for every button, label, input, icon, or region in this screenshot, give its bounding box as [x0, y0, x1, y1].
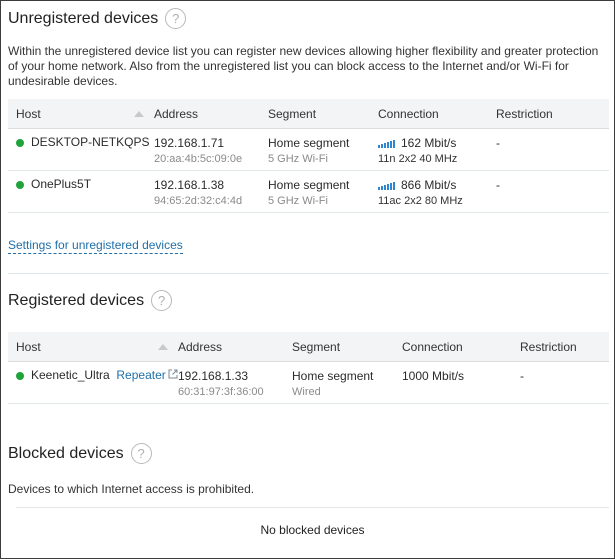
- blocked-title-text: Blocked devices: [8, 444, 124, 462]
- registered-table-header: Host Address Segment Connection Restrict…: [8, 332, 609, 362]
- repeater-link[interactable]: Repeater: [116, 368, 165, 382]
- restriction-cell[interactable]: -: [520, 369, 524, 383]
- host-name[interactable]: Keenetic_Ultra Repeater: [31, 368, 178, 382]
- address-cell: 192.168.1.71 20:aa:4b:5c:09:0e: [154, 136, 242, 165]
- registered-title: Registered devices ?: [8, 290, 173, 311]
- col-host[interactable]: Host: [16, 107, 41, 121]
- restriction-cell[interactable]: -: [496, 136, 500, 150]
- unregistered-description: Within the unregistered device list you …: [8, 44, 599, 88]
- blocked-title: Blocked devices ?: [8, 443, 152, 464]
- unregistered-title: Unregistered devices ?: [8, 8, 187, 29]
- link-speed: 162 Mbit/s: [401, 136, 457, 150]
- wifi-signal-bars-icon: [378, 180, 395, 190]
- col-connection[interactable]: Connection: [378, 107, 439, 121]
- col-segment[interactable]: Segment: [292, 340, 340, 354]
- col-restriction[interactable]: Restriction: [496, 107, 553, 121]
- col-address[interactable]: Address: [154, 107, 198, 121]
- connection-cell: 866 Mbit/s 11ac 2x2 80 MHz: [378, 178, 463, 207]
- segment-name: Home segment: [292, 369, 374, 383]
- table-row[interactable]: DESKTOP-NETKQPS 192.168.1.71 20:aa:4b:5c…: [8, 129, 609, 171]
- online-status-dot: [16, 372, 24, 380]
- segment-name: Home segment: [268, 136, 350, 150]
- sort-up-icon[interactable]: [134, 111, 144, 117]
- wifi-signal-bars-icon: [378, 138, 395, 148]
- host-name[interactable]: OnePlus5T: [31, 177, 91, 191]
- mac-address: 94:65:2d:32:c4:4d: [154, 195, 243, 207]
- unregistered-settings-link[interactable]: Settings for unregistered devices: [8, 238, 183, 254]
- ip-address: 192.168.1.33: [178, 369, 249, 383]
- online-status-dot: [16, 139, 24, 147]
- ip-address: 192.168.1.38: [154, 178, 225, 192]
- col-segment[interactable]: Segment: [268, 107, 316, 121]
- segment-cell: Home segment Wired: [292, 369, 373, 398]
- connection-cell: 1000 Mbit/s: [402, 369, 465, 383]
- mac-address: 20:aa:4b:5c:09:0e: [154, 153, 243, 165]
- blocked-description: Devices to which Internet access is proh…: [8, 482, 255, 496]
- external-link-icon[interactable]: [168, 368, 178, 382]
- col-connection[interactable]: Connection: [402, 340, 463, 354]
- segment-cell: Home segment 5 GHz Wi-Fi: [268, 178, 349, 207]
- segment-band: 5 GHz Wi-Fi: [268, 153, 328, 165]
- blocked-empty-state: No blocked devices: [16, 507, 609, 551]
- ip-address: 192.168.1.71: [154, 136, 225, 150]
- wifi-mode: 11ac 2x2 80 MHz: [378, 195, 463, 207]
- host-name-text: Keenetic_Ultra: [31, 368, 110, 382]
- section-divider: [8, 273, 609, 274]
- col-host[interactable]: Host: [16, 340, 41, 354]
- table-row[interactable]: OnePlus5T 192.168.1.38 94:65:2d:32:c4:4d…: [8, 171, 609, 213]
- registered-title-text: Registered devices: [8, 291, 145, 309]
- mac-address: 60:31:97:3f:36:00: [178, 386, 264, 398]
- online-status-dot: [16, 181, 24, 189]
- help-icon[interactable]: ?: [165, 8, 187, 29]
- col-restriction[interactable]: Restriction: [520, 340, 577, 354]
- host-name[interactable]: DESKTOP-NETKQPS: [31, 135, 149, 149]
- segment-cell: Home segment 5 GHz Wi-Fi: [268, 136, 349, 165]
- restriction-cell[interactable]: -: [496, 178, 500, 192]
- address-cell: 192.168.1.33 60:31:97:3f:36:00: [178, 369, 264, 398]
- help-icon[interactable]: ?: [151, 290, 173, 311]
- connection-cell: 162 Mbit/s 11n 2x2 40 MHz: [378, 136, 457, 165]
- segment-band: 5 GHz Wi-Fi: [268, 195, 328, 207]
- wifi-mode: 11n 2x2 40 MHz: [378, 153, 458, 165]
- col-address[interactable]: Address: [178, 340, 222, 354]
- segment-type: Wired: [292, 386, 321, 398]
- segment-name: Home segment: [268, 178, 350, 192]
- table-row[interactable]: Keenetic_Ultra Repeater 192.168.1.33 60:…: [8, 362, 609, 404]
- address-cell: 192.168.1.38 94:65:2d:32:c4:4d: [154, 178, 242, 207]
- unregistered-title-text: Unregistered devices: [8, 9, 159, 27]
- sort-up-icon[interactable]: [158, 344, 168, 350]
- link-speed: 866 Mbit/s: [401, 178, 457, 192]
- help-icon[interactable]: ?: [130, 443, 152, 464]
- unregistered-table-header: Host Address Segment Connection Restrict…: [8, 99, 609, 129]
